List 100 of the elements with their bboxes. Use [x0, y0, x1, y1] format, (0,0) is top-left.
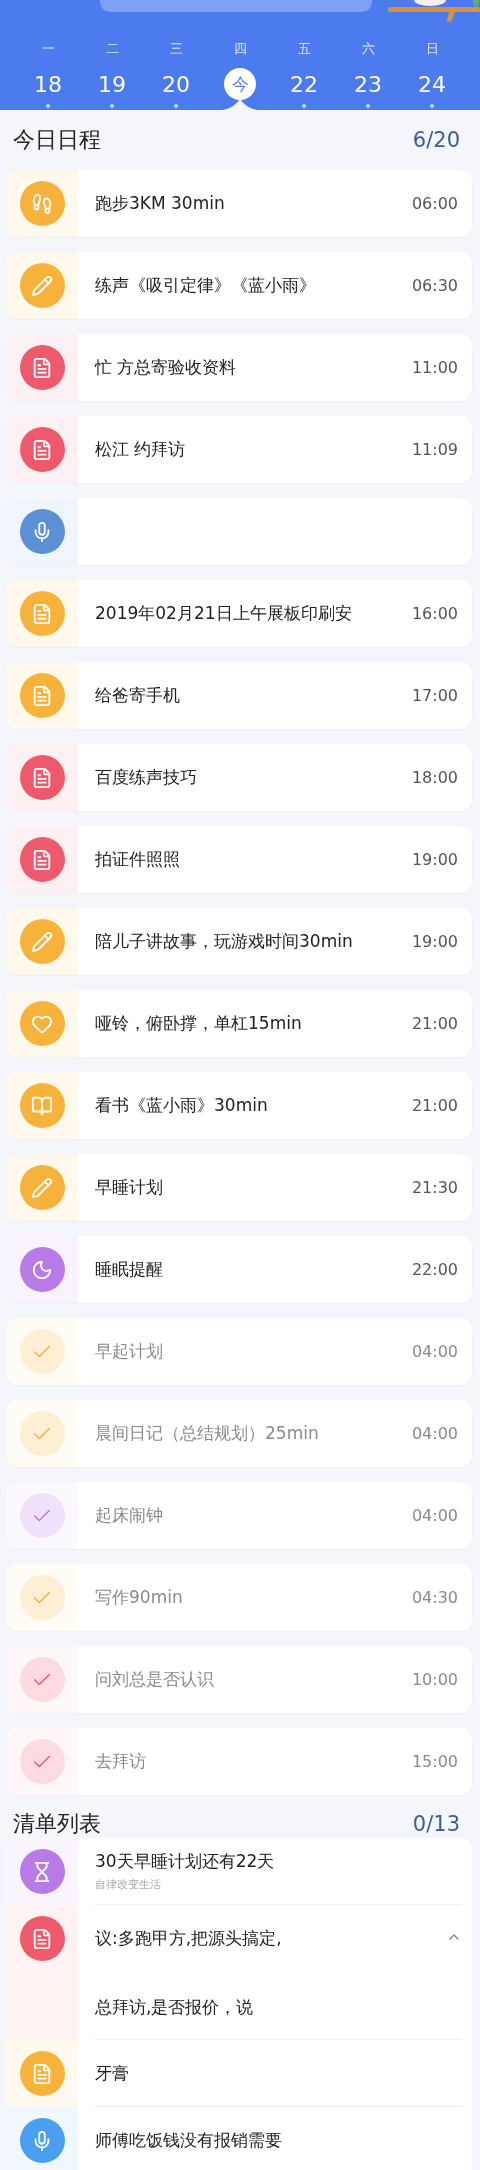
- task-title: 哑铃，俯卧撑，单杠15min: [95, 1012, 303, 1035]
- task-time: 06:30: [411, 276, 458, 295]
- schedule-card[interactable]: 忙 方总寄验收资料 11:00: [6, 334, 472, 401]
- icon-circle[interactable]: [19, 1247, 65, 1292]
- note-icon: [31, 848, 53, 871]
- task-time: 04:00: [411, 1424, 458, 1443]
- icon-circle[interactable]: [19, 2051, 65, 2096]
- weekday-label: 二: [105, 40, 119, 58]
- icon-circle[interactable]: [19, 345, 65, 390]
- icon-circle[interactable]: [19, 263, 65, 308]
- schedule-card[interactable]: 去拜访 15:00: [6, 1728, 472, 1795]
- task-time: 19:00: [411, 932, 458, 951]
- pencil-icon: [31, 274, 53, 297]
- icon-circle[interactable]: [19, 509, 65, 554]
- icon-circle[interactable]: [19, 1493, 65, 1538]
- date-tab[interactable]: 今: [224, 68, 256, 100]
- schedule-card[interactable]: 练声《吸引定律》《蓝小雨》 06:30: [6, 252, 472, 319]
- note-icon: [31, 602, 53, 625]
- icon-circle[interactable]: [19, 1083, 65, 1128]
- note-icon: [31, 766, 53, 789]
- schedule-card[interactable]: 早睡计划 21:30: [6, 1154, 472, 1221]
- note-icon: [31, 684, 53, 707]
- list-item-subtitle: 自律改变生活: [95, 1877, 162, 1892]
- weekday-label: 六: [361, 40, 375, 58]
- task-title: 练声《吸引定律》《蓝小雨》: [95, 274, 317, 297]
- icon-circle[interactable]: [19, 2118, 65, 2163]
- icon-circle[interactable]: [19, 1739, 65, 1784]
- task-time: 10:00: [411, 1670, 458, 1689]
- schedule-card[interactable]: 睡眠提醒 22:00: [6, 1236, 472, 1303]
- weekday-label: 五: [297, 40, 311, 58]
- task-time: 11:09: [411, 440, 458, 459]
- note-icon: [31, 1927, 53, 1950]
- schedule-card[interactable]: [6, 498, 472, 565]
- icon-circle[interactable]: [19, 1916, 65, 1961]
- event-dot: [110, 104, 114, 108]
- icon-circle[interactable]: [19, 1657, 65, 1702]
- schedule-card[interactable]: 哑铃，俯卧撑，单杠15min 21:00: [6, 990, 472, 1057]
- weekday-label: 四: [233, 40, 247, 58]
- list-item-text: 总拜访,是否报价，说: [95, 1996, 254, 2019]
- task-title: 写作90min: [95, 1586, 184, 1609]
- search-field[interactable]: [100, 0, 372, 12]
- task-time: 21:30: [411, 1178, 458, 1197]
- pencil-icon: [31, 930, 53, 953]
- schedule-card[interactable]: 2019年02月21日上午展板印刷安 16:00: [6, 580, 472, 647]
- task-title: 陪儿子讲故事，玩游戏时间30min: [95, 930, 354, 953]
- task-title: 睡眠提醒: [95, 1258, 164, 1281]
- task-title: 早起计划: [95, 1340, 164, 1363]
- weekday-label: 日: [425, 40, 439, 58]
- task-time: 06:00: [411, 194, 458, 213]
- weekday-label: 三: [169, 40, 183, 58]
- task-title: 拍证件照照: [95, 848, 181, 871]
- date-tab[interactable]: 24: [416, 68, 448, 100]
- date-tab[interactable]: 20: [160, 68, 192, 100]
- schedule-card[interactable]: 陪儿子讲故事，玩游戏时间30min 19:00: [6, 908, 472, 975]
- section-title: 今日日程: [13, 126, 101, 154]
- schedule-card[interactable]: 起床闹钟 04:00: [6, 1482, 472, 1549]
- section-title: 清单列表: [13, 1810, 101, 1838]
- icon-circle[interactable]: [19, 673, 65, 718]
- icon-circle[interactable]: [19, 181, 65, 226]
- task-title: 2019年02月21日上午展板印刷安: [95, 602, 353, 625]
- schedule-card[interactable]: 给爸寄手机 17:00: [6, 662, 472, 729]
- schedule-card[interactable]: 松江 约拜访 11:09: [6, 416, 472, 483]
- schedule-card[interactable]: 写作90min 04:30: [6, 1564, 472, 1631]
- task-title: 晨间日记（总结规划）25min: [95, 1422, 320, 1445]
- date-tab[interactable]: 23: [352, 68, 384, 100]
- moon-icon: [31, 1258, 53, 1281]
- task-title: 松江 约拜访: [95, 438, 187, 461]
- icon-circle[interactable]: [19, 919, 65, 964]
- date-tab[interactable]: 18: [32, 68, 64, 100]
- task-time: 17:00: [411, 686, 458, 705]
- event-dot: [302, 104, 306, 108]
- weekday-label: 一: [41, 40, 55, 58]
- list-item-title: 牙膏: [95, 2061, 129, 2085]
- icon-circle[interactable]: [19, 591, 65, 636]
- icon-circle[interactable]: [19, 837, 65, 882]
- icon-circle[interactable]: [19, 1165, 65, 1210]
- schedule-card[interactable]: 问刘总是否认识 10:00: [6, 1646, 472, 1713]
- schedule-card[interactable]: 看书《蓝小雨》30min 21:00: [6, 1072, 472, 1139]
- task-count: 6/20: [412, 128, 460, 152]
- event-dot: [430, 104, 434, 108]
- icon-circle[interactable]: [19, 1001, 65, 1046]
- pencil-icon: [31, 1176, 53, 1199]
- schedule-card[interactable]: 早起计划 04:00: [6, 1318, 472, 1385]
- task-time: 22:00: [411, 1260, 458, 1279]
- task-time: 11:00: [411, 358, 458, 377]
- schedule-card[interactable]: 百度练声技巧 18:00: [6, 744, 472, 811]
- date-tab[interactable]: 22: [288, 68, 320, 100]
- task-time: 15:00: [411, 1752, 458, 1771]
- task-count: 0/13: [412, 1812, 460, 1836]
- schedule-card[interactable]: 拍证件照照 19:00: [6, 826, 472, 893]
- event-dot: [46, 104, 50, 108]
- icon-circle[interactable]: [19, 1849, 65, 1894]
- task-time: 04:00: [411, 1342, 458, 1361]
- schedule-card[interactable]: 晨间日记（总结规划）25min 04:00: [6, 1400, 472, 1467]
- date-tab[interactable]: 19: [96, 68, 128, 100]
- icon-circle[interactable]: [19, 427, 65, 472]
- icon-circle[interactable]: [19, 755, 65, 800]
- task-title: 问刘总是否认识: [95, 1668, 215, 1691]
- list-item-text: 议:多跑甲方,把源头搞定,: [95, 1927, 282, 1950]
- schedule-card[interactable]: 跑步3KM 30min 06:00: [6, 170, 472, 237]
